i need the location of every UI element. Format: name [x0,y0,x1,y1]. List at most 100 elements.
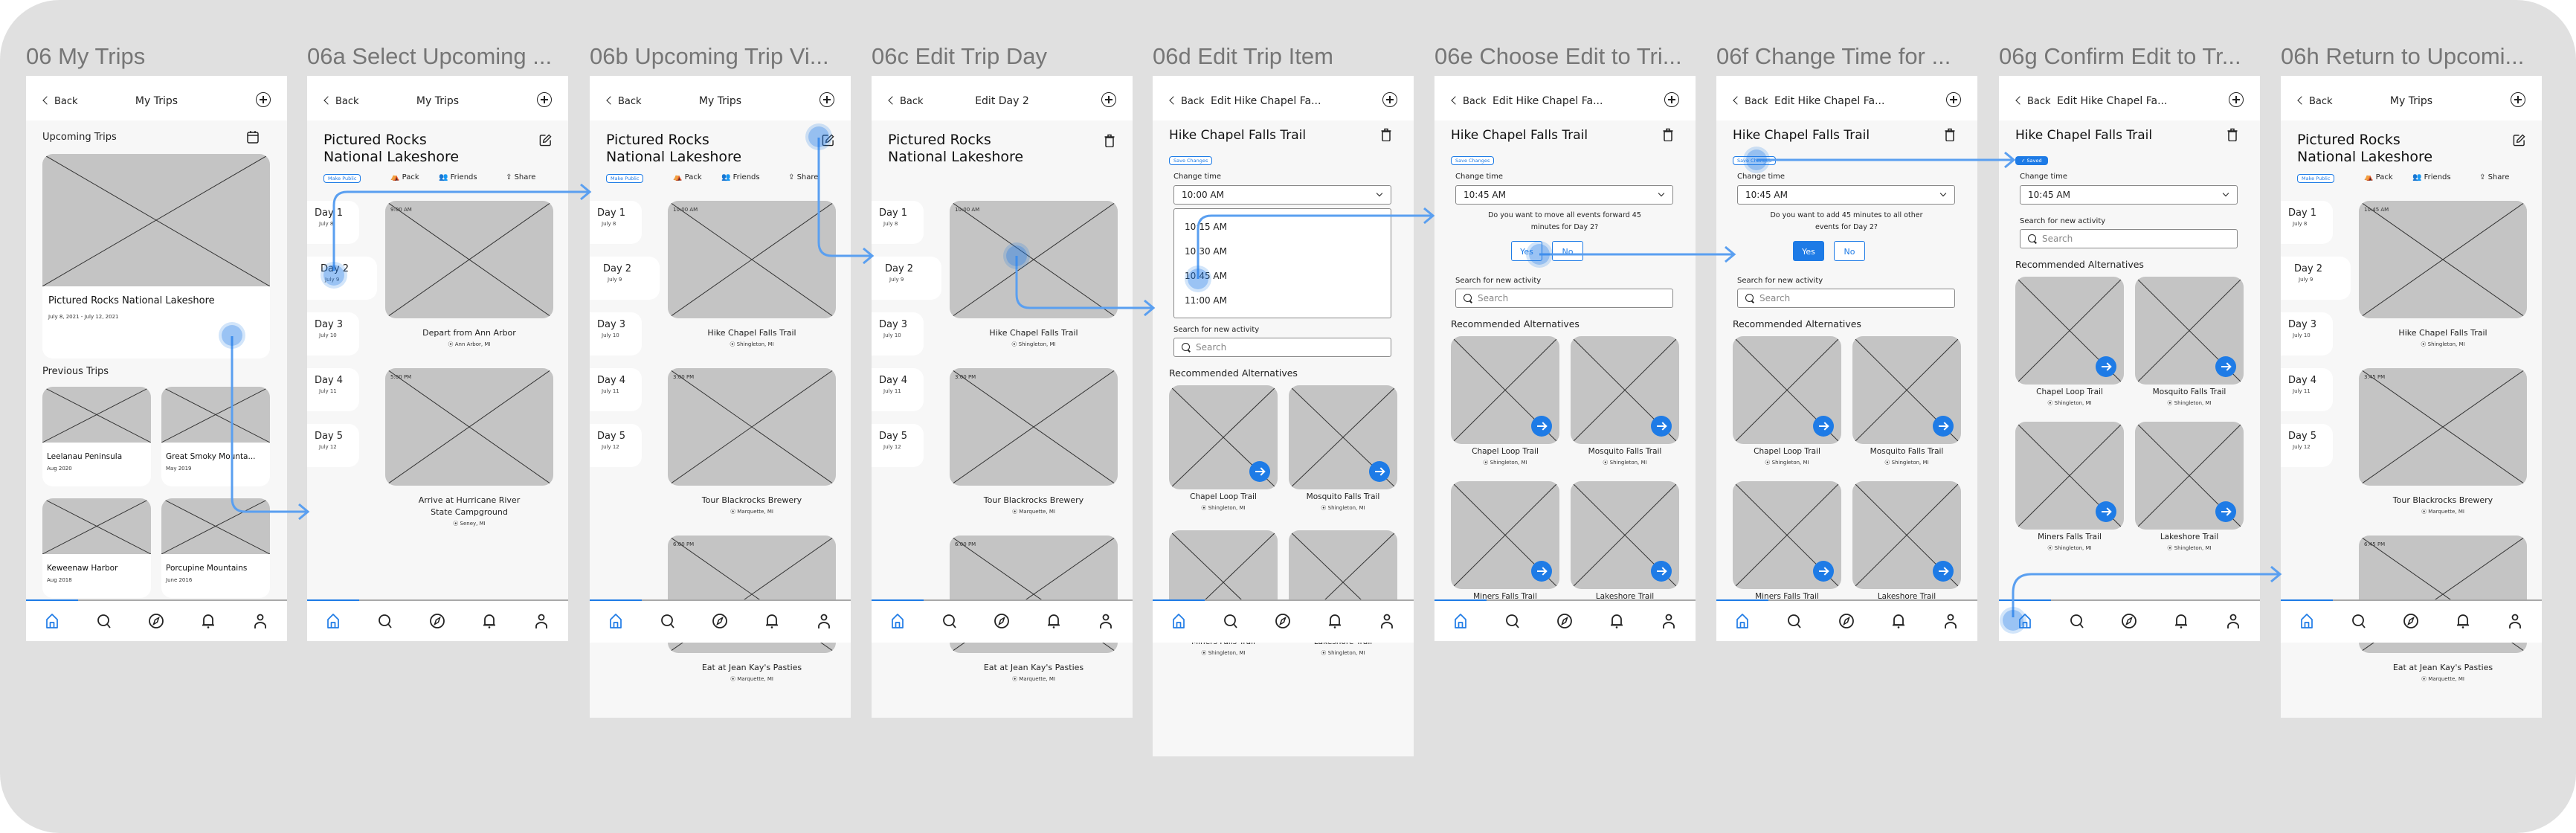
no-button[interactable]: No [1552,241,1583,261]
event-image[interactable]: 10:00 AM [668,201,836,318]
bell-icon[interactable] [2455,613,2471,629]
search-input[interactable]: Search [1173,338,1391,357]
profile-icon[interactable] [1942,613,1959,629]
share-button[interactable]: ⇪ Share [788,173,818,181]
arrow-right-icon[interactable] [2096,501,2116,522]
make-public-button[interactable]: Make Public [606,174,644,183]
compass-icon[interactable] [994,613,1010,629]
bell-icon[interactable] [481,613,498,629]
yes-button[interactable]: Yes [1793,241,1824,261]
day-tab[interactable]: Day 5 July 12 [590,424,642,467]
alternative-image[interactable] [2135,277,2244,385]
trash-icon[interactable] [1663,128,1673,142]
event-image[interactable]: 9:00 AM [385,201,553,318]
profile-icon[interactable] [533,613,550,629]
search-input[interactable]: Search [1455,289,1673,308]
share-button[interactable]: ⇪ Share [506,173,535,181]
day-tab[interactable]: Day 1 July 8 [2281,201,2333,244]
search-icon[interactable] [2351,613,2367,629]
event-image[interactable]: 3:45 PM [2359,368,2527,486]
home-icon[interactable] [1171,613,1187,629]
alternative-image[interactable] [1289,385,1397,489]
bell-icon[interactable] [1890,613,1907,629]
alternative-image[interactable] [2015,277,2124,385]
day-tab[interactable]: Day 1 July 8 [590,201,642,244]
bell-icon[interactable] [1046,613,1062,629]
profile-icon[interactable] [816,613,832,629]
profile-icon[interactable] [2507,613,2523,629]
arrow-right-icon[interactable] [1249,461,1270,482]
day-tab[interactable]: Day 3 July 10 [307,312,359,356]
alternative-image[interactable] [1571,481,1679,589]
add-icon[interactable] [1101,92,1116,107]
trash-icon[interactable] [2227,128,2238,142]
profile-icon[interactable] [252,613,268,629]
add-icon[interactable] [2229,92,2244,107]
day-tab[interactable]: Day 2 July 9 [872,257,941,300]
event-image[interactable]: 5:00 PM [385,368,553,486]
compass-icon[interactable] [2403,613,2419,629]
save-changes-button[interactable]: Save Changes [1451,156,1495,165]
day-tab[interactable]: Day 5 July 12 [307,424,359,467]
home-icon[interactable] [44,613,60,629]
arrow-right-icon[interactable] [1531,416,1552,437]
make-public-button[interactable]: Make Public [2297,174,2335,183]
back-button[interactable]: Back [1451,96,1487,107]
pack-button[interactable]: ⛺ Pack [390,173,419,181]
compass-icon[interactable] [2121,613,2137,629]
time-option[interactable]: 10:30 AM [1174,239,1391,264]
arrow-right-icon[interactable] [1813,416,1834,437]
search-icon[interactable] [1504,613,1521,629]
day-tab[interactable]: Day 2 July 9 [2281,257,2351,300]
friends-button[interactable]: 👥 Friends [439,173,477,181]
edit-icon[interactable] [2513,134,2525,147]
profile-icon[interactable] [2225,613,2241,629]
arrow-right-icon[interactable] [2096,356,2116,377]
bell-icon[interactable] [764,613,780,629]
day-tab[interactable]: Day 3 July 10 [2281,312,2333,356]
add-icon[interactable] [1946,92,1961,107]
profile-icon[interactable] [1379,613,1395,629]
alternative-image[interactable] [1451,481,1559,589]
event-image[interactable]: 3:00 PM [668,368,836,486]
pack-button[interactable]: ⛺ Pack [2364,173,2393,181]
previous-trip-card[interactable]: Porcupine Mountains June 2016 [161,498,270,598]
alternative-image[interactable] [1169,385,1278,489]
search-icon[interactable] [941,613,958,629]
arrow-right-icon[interactable] [1369,461,1390,482]
alternative-image[interactable] [1571,336,1679,444]
pack-button[interactable]: ⛺ Pack [673,173,702,181]
profile-icon[interactable] [1661,613,1677,629]
search-icon[interactable] [1223,613,1239,629]
alternative-image[interactable] [2135,422,2244,530]
arrow-right-icon[interactable] [1813,561,1834,582]
compass-icon[interactable] [1556,613,1573,629]
add-icon[interactable] [256,92,271,107]
bell-icon[interactable] [1327,613,1343,629]
time-option[interactable]: 11:00 AM [1174,289,1391,313]
add-icon[interactable] [820,92,834,107]
day-tab[interactable]: Day 4 July 11 [872,368,924,411]
time-select[interactable]: 10:45 AM [1737,185,1955,205]
alternative-image[interactable] [1733,481,1841,589]
time-select[interactable]: 10:00 AM [1173,185,1391,205]
add-icon[interactable] [1382,92,1397,107]
previous-trip-card[interactable]: Leelanau Peninsula Aug 2020 [42,387,151,486]
arrow-right-icon[interactable] [1651,561,1672,582]
trash-icon[interactable] [1381,128,1391,142]
arrow-right-icon[interactable] [2215,501,2236,522]
bell-icon[interactable] [2173,613,2189,629]
alternative-image[interactable] [1451,336,1559,444]
home-icon[interactable] [2299,613,2315,629]
share-button[interactable]: ⇪ Share [2479,173,2509,181]
search-icon[interactable] [1786,613,1803,629]
time-select[interactable]: 10:45 AM [1455,185,1673,205]
event-image[interactable]: 10:45 AM [2359,201,2527,318]
search-input[interactable]: Search [2020,229,2238,248]
home-icon[interactable] [1734,613,1751,629]
profile-icon[interactable] [1098,613,1114,629]
edit-icon[interactable] [539,134,552,147]
search-icon[interactable] [2069,613,2085,629]
day-tab[interactable]: Day 4 July 11 [307,368,359,411]
compass-icon[interactable] [1275,613,1291,629]
